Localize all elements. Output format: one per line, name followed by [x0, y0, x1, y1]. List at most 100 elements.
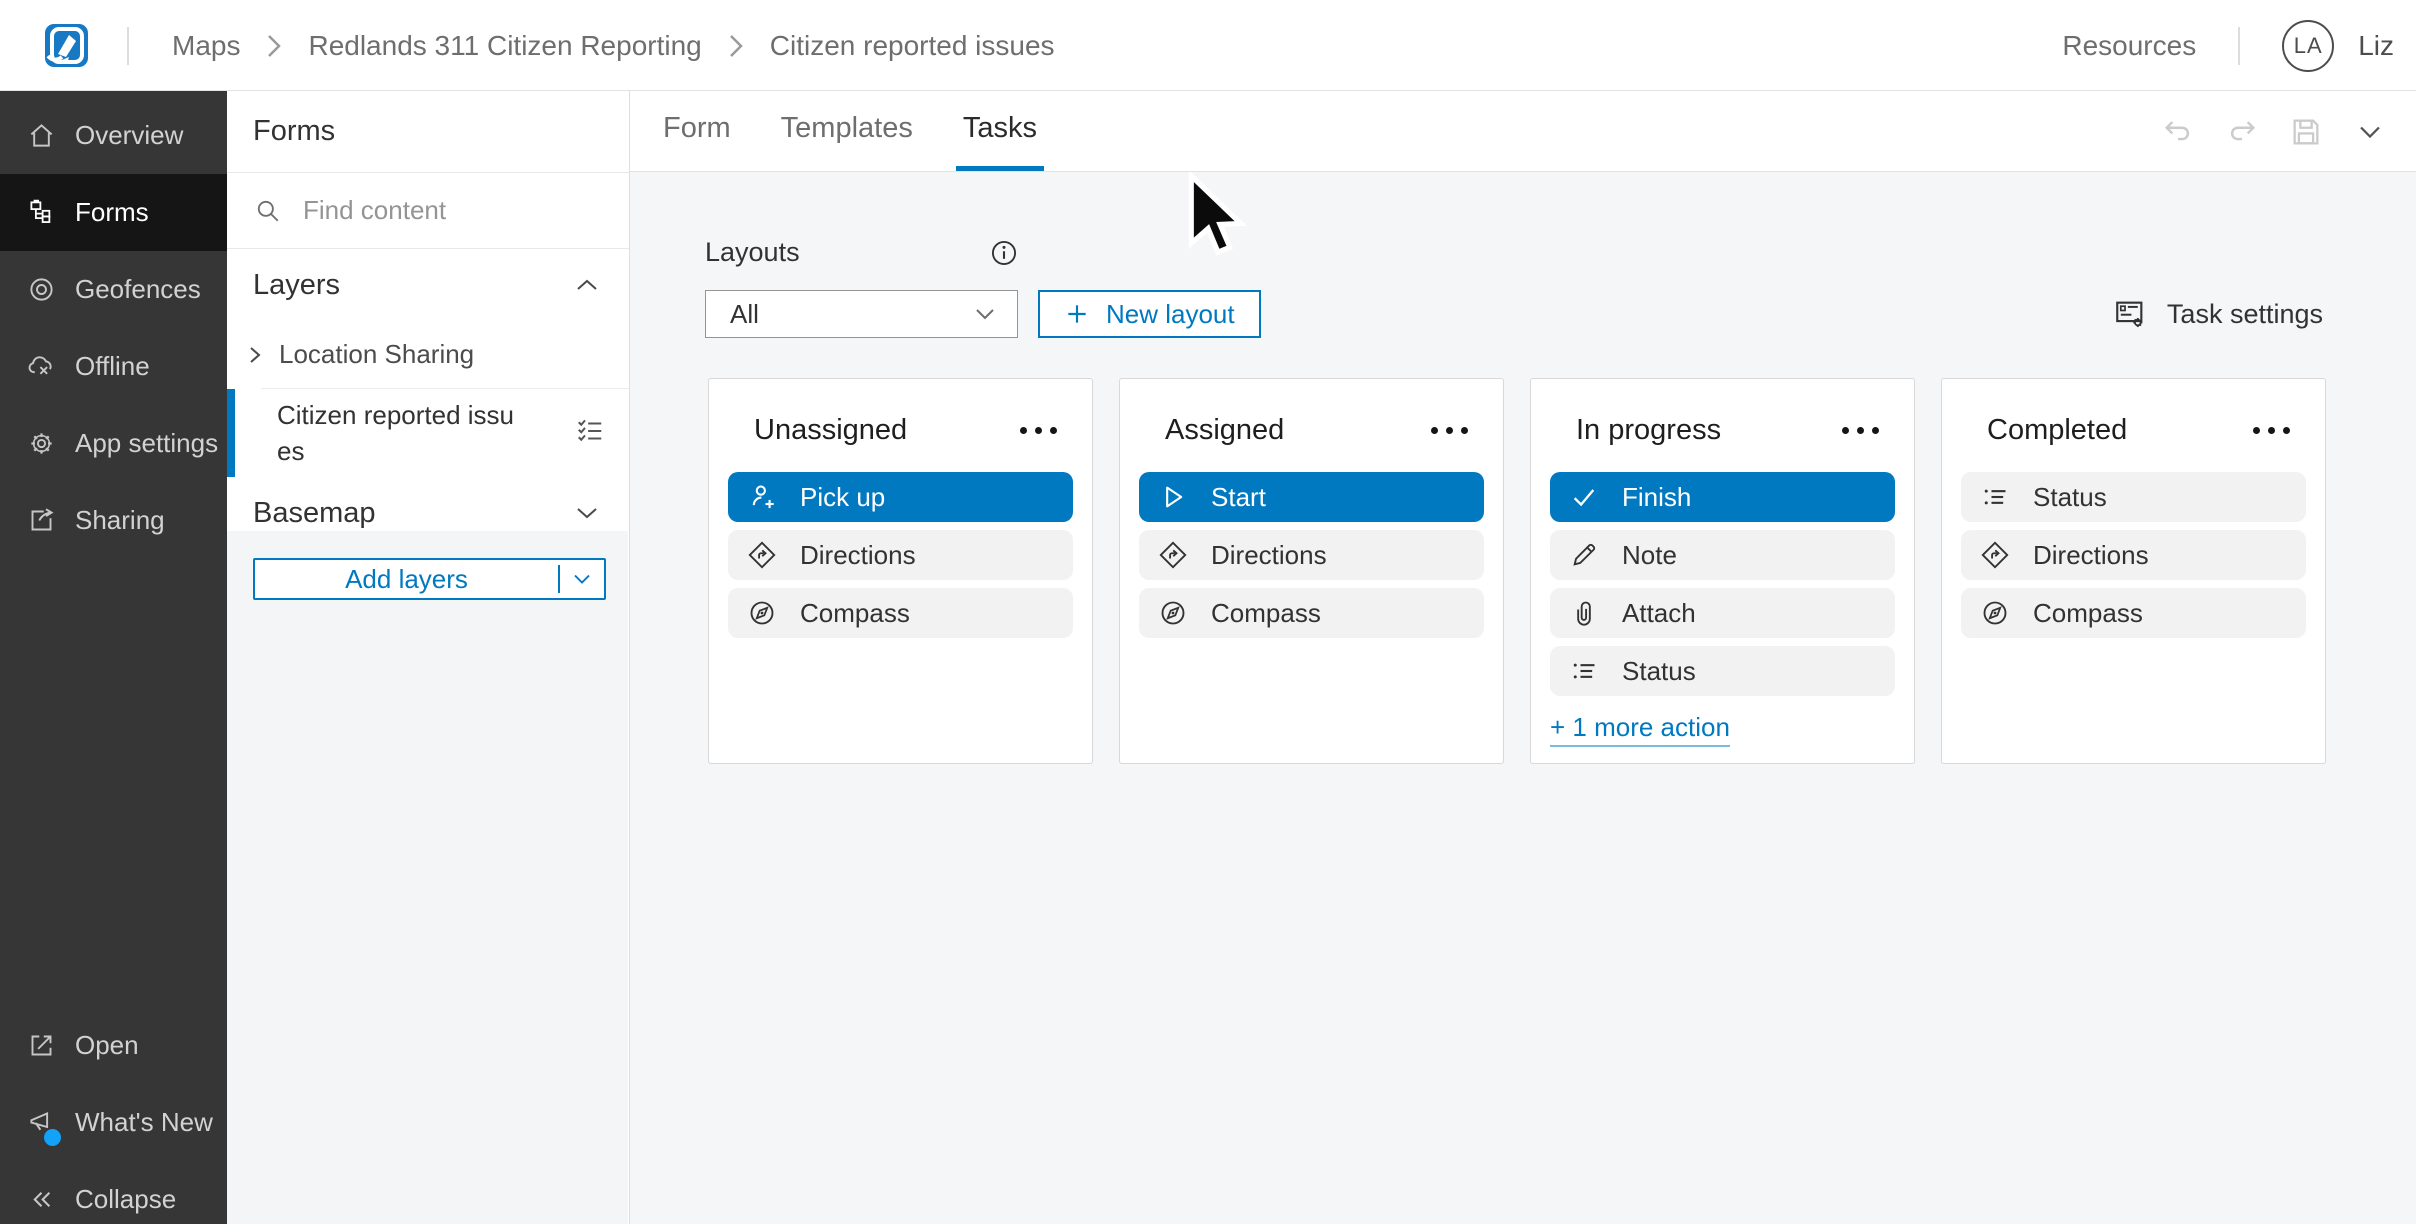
sidebar-item-label: Sharing: [75, 505, 165, 536]
action-button-directions[interactable]: Directions: [1961, 530, 2306, 580]
action-button-pick-up[interactable]: Pick up: [728, 472, 1073, 522]
paperclip-icon: [1570, 599, 1598, 627]
collapse-icon: [28, 1186, 55, 1213]
action-button-status[interactable]: Status: [1961, 472, 2306, 522]
redo-icon[interactable]: [2222, 112, 2262, 152]
column-title: Assigned: [1165, 414, 1284, 447]
sidebar-item-whats-new[interactable]: What's New: [0, 1084, 227, 1161]
save-icon[interactable]: [2286, 112, 2326, 152]
new-layout-button[interactable]: New layout: [1038, 290, 1261, 338]
sidebar-item-app-settings[interactable]: App settings: [0, 405, 227, 482]
resources-link[interactable]: Resources: [2062, 30, 2196, 62]
sidebar-item-label: Offline: [75, 351, 150, 382]
geofence-icon: [28, 276, 55, 303]
ellipsis-icon[interactable]: [2249, 417, 2294, 444]
chevron-down-icon[interactable]: [560, 572, 604, 586]
layer-item-label: Citizen reported issues: [277, 397, 515, 469]
action-button-directions[interactable]: Directions: [728, 530, 1073, 580]
column-unassigned: Unassigned Pick up Directions Compass: [708, 378, 1093, 764]
chevron-up-icon: [575, 277, 599, 293]
layers-section-header[interactable]: Layers: [227, 249, 629, 321]
chevron-right-icon[interactable]: [245, 343, 265, 367]
layouts-controls: All New layout: [705, 290, 1261, 338]
layout-filter-dropdown[interactable]: All: [705, 290, 1018, 338]
column-in-progress: In progress Finish Note Attach St: [1530, 378, 1915, 764]
play-icon: [1159, 483, 1187, 511]
tab-bar: Form Templates Tasks: [630, 91, 2416, 172]
sidebar-item-label: What's New: [75, 1107, 213, 1138]
sidebar-item-label: App settings: [75, 428, 218, 459]
action-button-directions[interactable]: Directions: [1139, 530, 1484, 580]
tab-form[interactable]: Form: [656, 91, 738, 171]
checklist-icon: [575, 416, 605, 451]
breadcrumb-chevron-icon: [728, 33, 744, 59]
breadcrumb: Maps Redlands 311 Citizen Reporting Citi…: [172, 0, 1055, 91]
gear-icon: [28, 430, 55, 457]
forms-panel-header: Forms: [227, 91, 629, 173]
action-button-compass[interactable]: Compass: [1961, 588, 2306, 638]
layers-section-label: Layers: [253, 269, 340, 302]
field-maps-logo-icon[interactable]: [45, 24, 88, 67]
sidebar-item-overview[interactable]: Overview: [0, 97, 227, 174]
avatar[interactable]: LA: [2282, 20, 2334, 72]
sidebar-item-label: Geofences: [75, 274, 201, 305]
more-actions-link[interactable]: + 1 more action: [1550, 712, 1730, 747]
directions-icon: [748, 541, 776, 569]
forms-icon: [28, 199, 55, 226]
layer-item-location-sharing[interactable]: Location Sharing: [227, 321, 629, 388]
directions-icon: [1159, 541, 1187, 569]
action-button-attach[interactable]: Attach: [1550, 588, 1895, 638]
compass-icon: [748, 599, 776, 627]
chevron-down-icon[interactable]: [2350, 112, 2390, 152]
new-layout-label: New layout: [1106, 299, 1235, 330]
compass-icon: [1159, 599, 1187, 627]
undo-icon[interactable]: [2158, 112, 2198, 152]
action-button-status[interactable]: Status: [1550, 646, 1895, 696]
sidebar-item-open[interactable]: Open: [0, 1007, 227, 1084]
chevron-down-icon: [575, 505, 599, 521]
task-columns: Unassigned Pick up Directions Compass: [708, 378, 2326, 764]
breadcrumb-layer-name: Citizen reported issues: [770, 30, 1055, 62]
search-box[interactable]: [227, 173, 629, 249]
ellipsis-icon[interactable]: [1427, 417, 1472, 444]
add-layers-button[interactable]: Add layers: [253, 558, 606, 600]
layer-item-label: Location Sharing: [279, 339, 474, 370]
user-name[interactable]: Liz: [2358, 30, 2394, 62]
search-input[interactable]: [303, 195, 583, 226]
breadcrumb-maps[interactable]: Maps: [172, 30, 240, 62]
action-button-finish[interactable]: Finish: [1550, 472, 1895, 522]
action-button-note[interactable]: Note: [1550, 530, 1895, 580]
info-icon[interactable]: [990, 239, 1018, 267]
sidebar-item-geofences[interactable]: Geofences: [0, 251, 227, 328]
layer-item-citizen-reported-issues[interactable]: Citizen reported issues: [227, 389, 629, 477]
sidebar-item-collapse[interactable]: Collapse: [0, 1161, 227, 1224]
sidebar-item-sharing[interactable]: Sharing: [0, 482, 227, 559]
top-header: Maps Redlands 311 Citizen Reporting Citi…: [0, 0, 2416, 91]
sidebar: Overview Forms Geofences Offline App set…: [0, 91, 227, 1224]
tab-templates[interactable]: Templates: [774, 91, 920, 171]
task-settings-icon: [2113, 297, 2147, 331]
status-list-icon: [1981, 483, 2009, 511]
share-icon: [28, 507, 55, 534]
sidebar-item-forms[interactable]: Forms: [0, 174, 227, 251]
tab-tasks[interactable]: Tasks: [956, 91, 1044, 171]
compass-icon: [1981, 599, 2009, 627]
chevron-down-icon: [973, 306, 997, 322]
forms-panel: Forms Layers Location Sharing Citizen re…: [227, 91, 630, 1224]
pencil-icon: [1570, 541, 1598, 569]
forms-panel-title: Forms: [253, 115, 335, 148]
main-content: Form Templates Tasks Layouts All: [630, 91, 2416, 1224]
ellipsis-icon[interactable]: [1838, 417, 1883, 444]
action-button-compass[interactable]: Compass: [1139, 588, 1484, 638]
ellipsis-icon[interactable]: [1016, 417, 1061, 444]
breadcrumb-map-name[interactable]: Redlands 311 Citizen Reporting: [308, 30, 701, 62]
offline-cloud-icon: [28, 353, 55, 380]
sidebar-item-offline[interactable]: Offline: [0, 328, 227, 405]
selected-indicator: [226, 389, 235, 477]
task-settings-button[interactable]: Task settings: [2113, 290, 2323, 338]
plus-icon: [1064, 301, 1090, 327]
sidebar-item-label: Forms: [75, 197, 149, 228]
action-button-start[interactable]: Start: [1139, 472, 1484, 522]
whats-new-badge: [44, 1129, 61, 1146]
action-button-compass[interactable]: Compass: [728, 588, 1073, 638]
